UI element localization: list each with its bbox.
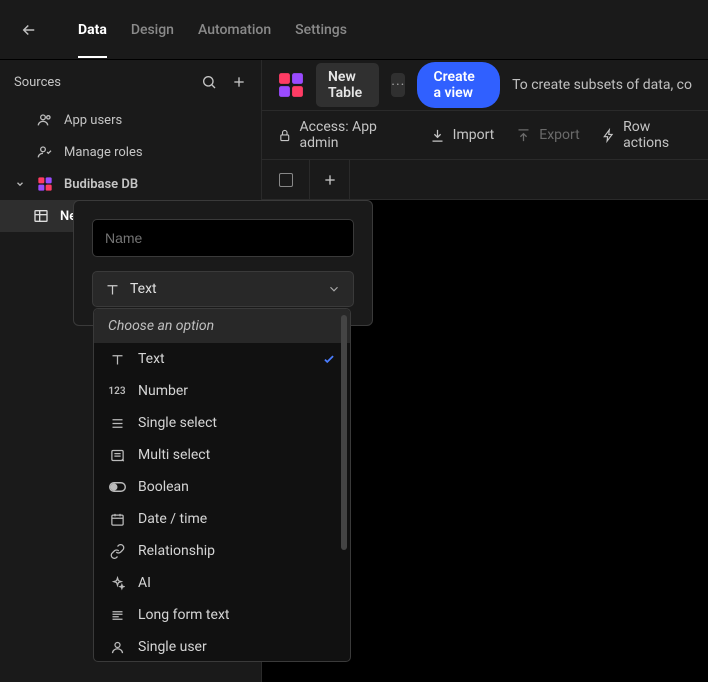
table-toolbar: Access: App admin Import Export Row acti… [262, 111, 708, 160]
top-nav-tabs: Data Design Automation Settings [78, 2, 347, 58]
sidebar-item-budibase-db[interactable]: Budibase DB [0, 168, 261, 200]
sidebar-item-label: Budibase DB [64, 177, 138, 192]
access-button[interactable]: Access: App admin [278, 119, 408, 151]
text-icon [105, 282, 120, 297]
tab-automation[interactable]: Automation [198, 2, 271, 58]
dropdown-option-label: Boolean [138, 479, 189, 495]
top-nav: Data Design Automation Settings [0, 0, 708, 60]
export-button[interactable]: Export [516, 127, 579, 143]
toolbar-label: Access: App admin [300, 119, 408, 151]
list-icon [108, 416, 126, 431]
sparkle-icon [108, 576, 126, 591]
sidebar-item-app-users[interactable]: App users [0, 104, 261, 136]
dropdown-option-single-select[interactable]: Single select [94, 407, 350, 439]
lightning-icon [602, 128, 616, 143]
paragraph-icon [108, 608, 126, 623]
arrow-left-icon [20, 21, 38, 39]
text-icon [108, 352, 126, 367]
type-select-value: Text [130, 281, 157, 297]
back-button[interactable] [20, 21, 60, 39]
dropdown-option-number[interactable]: 123 Number [94, 375, 350, 407]
dropdown-option-label: Text [138, 351, 165, 367]
budibase-logo-icon [36, 176, 54, 192]
dropdown-option-label: Number [138, 383, 188, 399]
table-name-pill[interactable]: New Table [316, 63, 379, 107]
number-icon: 123 [108, 386, 126, 397]
export-icon [516, 128, 531, 143]
dropdown-option-relationship[interactable]: Relationship [94, 535, 350, 567]
multi-list-icon [108, 448, 126, 463]
add-source-button[interactable] [231, 74, 247, 90]
sidebar-header: Sources [0, 60, 261, 100]
app-logo-icon [278, 72, 304, 98]
dropdown-option-label: Single user [138, 639, 207, 655]
column-type-dropdown: Choose an option Text 123 Number Single … [93, 308, 351, 662]
dropdown-option-boolean[interactable]: Boolean [94, 471, 350, 503]
search-sources-button[interactable] [201, 74, 217, 90]
dropdown-option-text[interactable]: Text [94, 343, 350, 375]
chevron-down-icon [327, 282, 341, 296]
user-icon [108, 640, 126, 655]
dropdown-scrollbar[interactable] [341, 315, 347, 550]
dropdown-option-multi-select[interactable]: Multi select [94, 439, 350, 471]
dropdown-option-label: Multi select [138, 447, 210, 463]
import-button[interactable]: Import [430, 127, 495, 143]
toggle-icon [108, 481, 126, 493]
toolbar-label: Import [453, 127, 495, 143]
row-actions-button[interactable]: Row actions [602, 119, 692, 151]
add-column-button[interactable] [310, 160, 350, 199]
dropdown-option-label: Date / time [138, 511, 207, 527]
plus-icon [231, 74, 247, 90]
dropdown-placeholder: Choose an option [94, 309, 350, 343]
dropdown-option-label: Relationship [138, 543, 215, 559]
table-icon [32, 208, 50, 224]
tab-data[interactable]: Data [78, 2, 107, 58]
grid-header [262, 160, 708, 200]
caret-down-icon [14, 179, 26, 189]
lock-icon [278, 128, 292, 143]
create-view-hint: To create subsets of data, co [512, 77, 692, 93]
roles-icon [36, 144, 54, 160]
sidebar-item-manage-roles[interactable]: Manage roles [0, 136, 261, 168]
tab-settings[interactable]: Settings [295, 2, 347, 58]
link-icon [108, 544, 126, 559]
dropdown-option-label: Long form text [138, 607, 229, 623]
dropdown-option-single-user[interactable]: Single user [94, 631, 350, 661]
dropdown-option-ai[interactable]: AI [94, 567, 350, 599]
calendar-icon [108, 512, 126, 527]
toolbar-label: Row actions [623, 119, 692, 151]
tab-design[interactable]: Design [131, 2, 174, 58]
toolbar-label: Export [539, 127, 579, 143]
create-view-button[interactable]: Create a view [417, 62, 500, 108]
dropdown-option-label: AI [138, 575, 151, 591]
users-icon [36, 112, 54, 128]
search-icon [201, 74, 217, 90]
column-type-select[interactable]: Text [92, 271, 354, 307]
dropdown-option-label: Single select [138, 415, 217, 431]
import-icon [430, 128, 445, 143]
check-icon [322, 352, 336, 366]
content-header: New Table ··· Create a view To create su… [262, 60, 708, 111]
ellipsis-icon: ··· [391, 77, 405, 93]
sidebar-item-label: Manage roles [64, 145, 143, 160]
table-more-button[interactable]: ··· [391, 73, 405, 97]
dropdown-option-date-time[interactable]: Date / time [94, 503, 350, 535]
plus-icon [322, 172, 338, 188]
dropdown-option-long-form-text[interactable]: Long form text [94, 599, 350, 631]
sidebar-item-label: App users [64, 113, 122, 128]
column-name-input[interactable] [92, 219, 354, 257]
checkbox-icon [279, 173, 293, 187]
sidebar-title: Sources [14, 75, 61, 90]
select-all-cell[interactable] [262, 160, 310, 199]
